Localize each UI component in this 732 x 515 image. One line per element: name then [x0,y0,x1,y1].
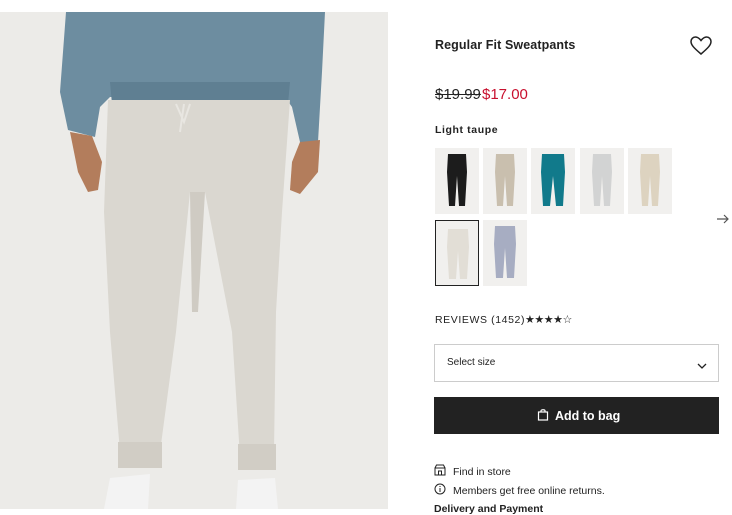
swatch-blue-grey[interactable] [483,220,527,286]
members-returns-info: Members get free online returns. [434,483,605,498]
size-select-label: Select size [447,357,496,368]
reviews-link[interactable]: REVIEWS (1452) [435,314,525,326]
swatch-beige[interactable] [483,148,527,214]
shopping-bag-icon [537,408,549,424]
arrow-right-icon[interactable] [715,212,731,226]
price-sale: $17.00 [482,86,528,103]
size-select[interactable]: Select size [434,344,719,382]
store-icon [434,464,446,479]
chevron-down-icon [696,358,708,376]
members-returns-label: Members get free online returns. [453,484,605,497]
rating-stars: ★★★★☆ [525,314,572,326]
swatch-cream[interactable] [628,148,672,214]
find-in-store-label: Find in store [453,465,511,478]
swatch-light-grey[interactable] [580,148,624,214]
model-illustration [0,12,388,509]
add-to-bag-button[interactable]: Add to bag [434,397,719,434]
product-title: Regular Fit Sweatpants [435,38,576,52]
swatch-black[interactable] [435,148,479,214]
color-label: Light taupe [435,124,499,136]
swatch-light-taupe[interactable] [435,220,479,286]
price-original: $19.99 [435,86,481,103]
product-image[interactable] [0,12,388,509]
swatch-teal[interactable] [531,148,575,214]
info-circle-icon [434,483,446,498]
delivery-payment-link[interactable]: Delivery and Payment [434,503,543,515]
favorite-heart-icon[interactable] [689,34,713,58]
find-in-store-link[interactable]: Find in store [434,464,511,479]
add-to-bag-label: Add to bag [555,409,621,423]
